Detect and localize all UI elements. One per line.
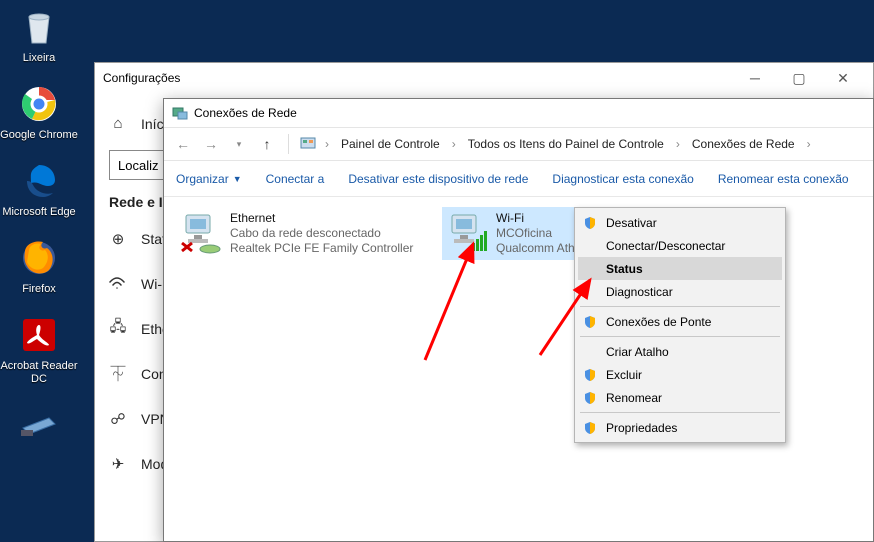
breadcrumb[interactable]: Painel de Controle (337, 135, 444, 153)
desktop-icon-edge[interactable]: Microsoft Edge (0, 154, 78, 231)
chevron-right-icon[interactable]: › (805, 137, 813, 151)
window-title: Configurações (103, 71, 180, 85)
recycle-bin-icon (17, 5, 61, 49)
acrobat-icon (17, 313, 61, 357)
connection-name: Ethernet (230, 211, 413, 226)
desktop: Lixeira Google Chrome Microsoft Edge Fir… (0, 0, 90, 450)
icon-label: Google Chrome (0, 129, 78, 142)
cmd-connect[interactable]: Conectar a (266, 172, 325, 186)
cmd-organize[interactable]: Organizar▼ (176, 172, 242, 186)
status-icon: ⊕ (109, 230, 127, 248)
cmd-rename[interactable]: Renomear esta conexão (718, 172, 849, 186)
dial-icon: ⏇ (109, 363, 127, 384)
cmd-diagnose[interactable]: Diagnosticar esta conexão (552, 172, 693, 186)
chevron-right-icon[interactable]: › (450, 137, 458, 151)
address-bar: ← → ▾ ↑ › Painel de Controle › Todos os … (164, 127, 873, 161)
menu-item-status[interactable]: Status (578, 257, 782, 280)
explorer-titlebar[interactable]: Conexões de Rede (164, 99, 873, 127)
cmd-disable[interactable]: Desativar este dispositivo de rede (348, 172, 528, 186)
menu-item-disable[interactable]: Desativar (578, 211, 782, 234)
chevron-right-icon[interactable]: › (323, 137, 331, 151)
maximize-button[interactable]: ▢ (777, 64, 821, 92)
wifi-icon (109, 277, 127, 291)
desktop-icon-scanner[interactable] (0, 398, 78, 447)
desktop-icon-chrome[interactable]: Google Chrome (0, 77, 78, 154)
caret-down-icon: ▼ (233, 174, 242, 184)
forward-button[interactable]: → (200, 133, 222, 155)
breadcrumb[interactable]: Todos os Itens do Painel de Controle (464, 135, 668, 153)
shield-icon (582, 215, 598, 231)
shield-icon (582, 390, 598, 406)
connection-ethernet[interactable]: Ethernet Cabo da rede desconectado Realt… (176, 207, 426, 260)
edge-icon (17, 159, 61, 203)
desktop-icon-firefox[interactable]: Firefox (0, 231, 78, 308)
control-panel-icon (299, 135, 317, 153)
airplane-icon: ✈ (109, 455, 127, 473)
connection-name: Wi-Fi (496, 211, 575, 226)
back-button[interactable]: ← (172, 133, 194, 155)
ethernet-icon: 🖧 (109, 316, 127, 341)
desktop-icon-recycle-bin[interactable]: Lixeira (0, 0, 78, 77)
icon-label: Lixeira (0, 52, 78, 65)
desktop-icon-acrobat[interactable]: Acrobat Reader DC (0, 308, 78, 398)
chrome-icon (17, 82, 61, 126)
connection-adapter: Qualcomm Ath (496, 241, 575, 256)
close-button[interactable]: ✕ (821, 64, 865, 92)
icon-label: Acrobat Reader DC (0, 360, 78, 386)
menu-item-properties[interactable]: Propriedades (578, 416, 782, 439)
firefox-icon (17, 236, 61, 280)
explorer-title: Conexões de Rede (194, 106, 297, 120)
recent-button[interactable]: ▾ (228, 133, 250, 155)
wifi-adapter-icon (446, 211, 488, 255)
connection-status: MCOficina (496, 226, 575, 241)
connection-status: Cabo da rede desconectado (230, 226, 413, 241)
network-connections-icon (172, 105, 188, 121)
chevron-right-icon[interactable]: › (674, 137, 682, 151)
menu-item-rename[interactable]: Renomear (578, 386, 782, 409)
menu-separator (580, 412, 780, 413)
scanner-icon (17, 403, 61, 447)
shield-icon (582, 420, 598, 436)
icon-label: Firefox (0, 283, 78, 296)
icon-label: Microsoft Edge (0, 206, 78, 219)
home-icon: ⌂ (109, 115, 127, 132)
minimize-button[interactable]: ─ (733, 64, 777, 92)
connection-adapter: Realtek PCIe FE Family Controller (230, 241, 413, 256)
menu-item-bridge[interactable]: Conexões de Ponte (578, 310, 782, 333)
vpn-icon: ☍ (109, 410, 127, 428)
settings-titlebar[interactable]: Configurações ─ ▢ ✕ (95, 63, 873, 93)
menu-item-shortcut[interactable]: Criar Atalho (578, 340, 782, 363)
up-button[interactable]: ↑ (256, 133, 278, 155)
ethernet-adapter-icon (180, 211, 222, 255)
context-menu: Desativar Conectar/Desconectar Status Di… (574, 207, 786, 443)
shield-icon (582, 367, 598, 383)
shield-icon (582, 314, 598, 330)
menu-item-diagnose[interactable]: Diagnosticar (578, 280, 782, 303)
breadcrumb[interactable]: Conexões de Rede (688, 135, 799, 153)
menu-item-connect[interactable]: Conectar/Desconectar (578, 234, 782, 257)
menu-separator (580, 306, 780, 307)
nav-home-label: Iníc (141, 116, 164, 132)
menu-separator (580, 336, 780, 337)
command-bar: Organizar▼ Conectar a Desativar este dis… (164, 161, 873, 197)
menu-item-delete[interactable]: Excluir (578, 363, 782, 386)
